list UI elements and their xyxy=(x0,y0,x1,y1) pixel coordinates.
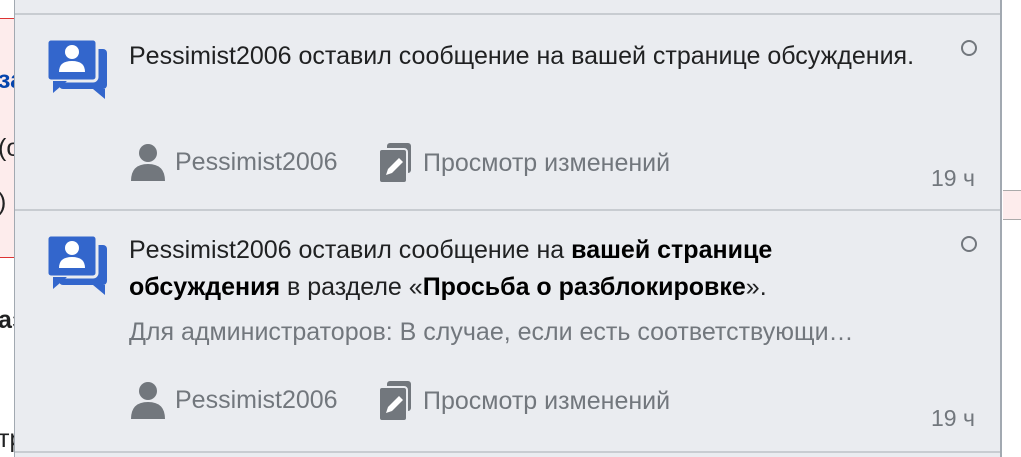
background-page-left: за (о ) аз тр xyxy=(0,0,14,457)
background-page-right xyxy=(1003,0,1021,457)
notification-text-part: ». xyxy=(745,273,767,301)
edit-diff-icon xyxy=(379,381,411,421)
notification-timestamp: 19 ч xyxy=(931,165,975,191)
view-changes-link[interactable]: Просмотр изменений xyxy=(379,143,670,183)
user-avatar-icon xyxy=(131,144,165,181)
background-text-fragment: аз xyxy=(0,306,14,334)
edit-diff-icon xyxy=(379,143,411,183)
section-title-text: Просьба о разблокировке xyxy=(422,273,746,301)
notification-snippet: Для администраторов: В случае, если есть… xyxy=(129,318,854,346)
view-changes-label: Просмотр изменений xyxy=(423,148,671,177)
notification-text: Pessimist2006 оставил сообщение на вашей… xyxy=(129,232,929,306)
background-text-fragment: ) xyxy=(0,188,6,217)
notification-timestamp: 19 ч xyxy=(931,405,975,431)
user-talk-icon xyxy=(45,233,107,295)
user-link-label: Pessimist2006 xyxy=(175,385,338,414)
notification-text-part: в разделе « xyxy=(280,273,423,301)
user-avatar-icon xyxy=(131,382,165,419)
mark-as-read-button[interactable] xyxy=(961,40,977,56)
background-text-fragment: тр xyxy=(0,425,14,453)
user-link[interactable]: Pessimist2006 xyxy=(131,381,338,419)
background-text-fragment: (о xyxy=(0,134,14,162)
background-text-fragment: за xyxy=(0,66,14,94)
notification-item[interactable]: Pessimist2006 оставил сообщение на вашей… xyxy=(15,15,1000,209)
user-talk-icon xyxy=(45,37,107,99)
user-link[interactable]: Pessimist2006 xyxy=(131,143,338,181)
background-warning-box-right xyxy=(1003,190,1021,220)
mark-as-read-button[interactable] xyxy=(961,236,977,252)
view-changes-label: Просмотр изменений xyxy=(423,386,671,415)
user-link-label: Pessimist2006 xyxy=(175,147,338,176)
notification-text-part: Pessimist2006 оставил сообщение на xyxy=(129,236,572,264)
notifications-popup: Pessimist2006 оставил сообщение на вашей… xyxy=(14,0,1002,457)
divider xyxy=(15,451,1000,453)
notification-text: Pessimist2006 оставил сообщение на вашей… xyxy=(129,42,915,70)
notification-item[interactable]: Pessimist2006 оставил сообщение на вашей… xyxy=(15,211,1000,451)
view-changes-link[interactable]: Просмотр изменений xyxy=(379,381,670,421)
